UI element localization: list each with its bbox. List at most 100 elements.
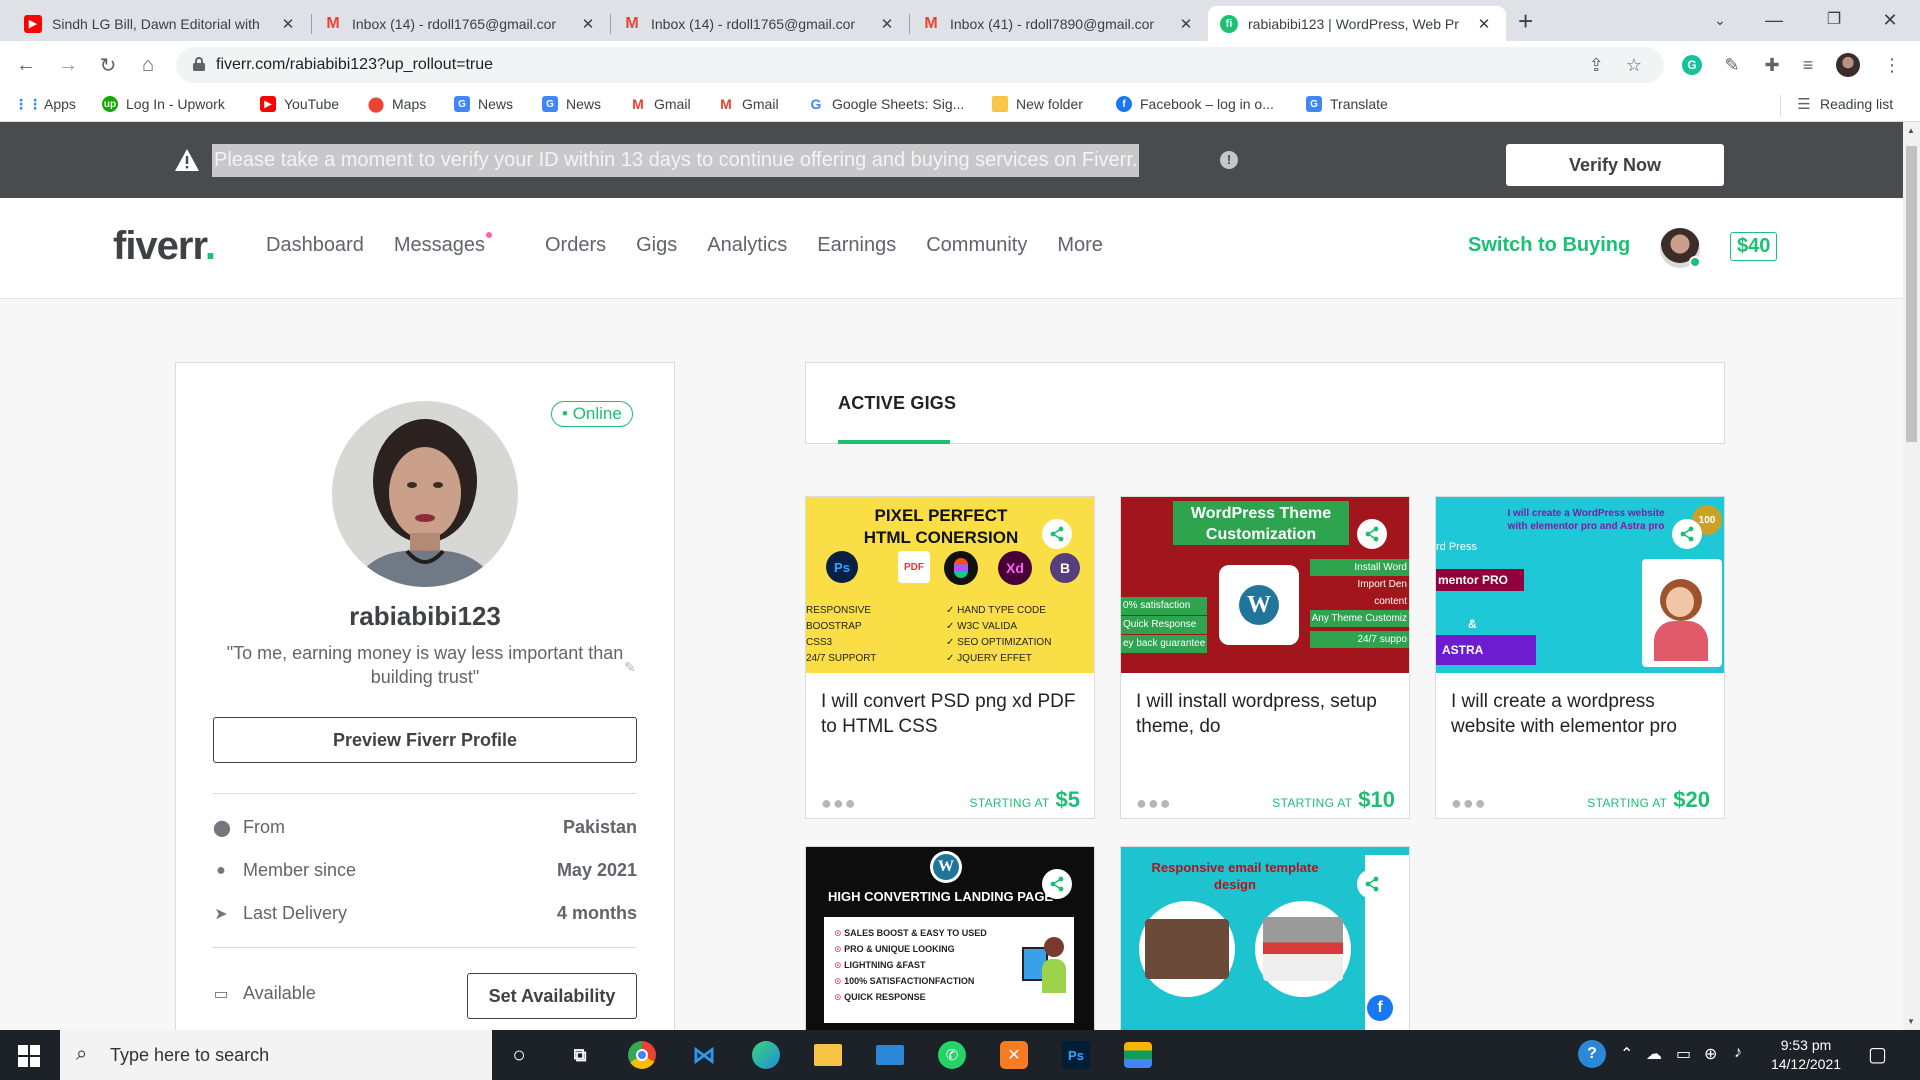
mail-icon[interactable] <box>874 1039 906 1071</box>
windows-start-icon[interactable] <box>18 1045 40 1067</box>
bookmark-translate[interactable]: G Translate <box>1306 96 1388 112</box>
browser-tab-4[interactable]: M Inbox (41) - rdoll7890@gmail.cor ✕ <box>910 6 1208 41</box>
tab-search-chevron-icon[interactable]: ⌄ <box>1690 4 1750 36</box>
close-tab-icon[interactable]: ✕ <box>578 15 598 33</box>
bookmark-star-icon[interactable]: ☆ <box>1626 55 1642 76</box>
address-bar[interactable]: fiverr.com/rabiabibi123?up_rollout=true … <box>176 47 1664 83</box>
share-icon[interactable] <box>1357 519 1387 549</box>
close-tab-icon[interactable]: ✕ <box>1474 15 1494 33</box>
scrollbar-thumb[interactable] <box>1906 146 1917 442</box>
grammarly-extension-icon[interactable]: G <box>1680 53 1704 77</box>
reload-icon[interactable]: ↻ <box>92 49 124 81</box>
new-tab-icon[interactable]: + <box>1518 6 1533 36</box>
gig-thumbnail[interactable]: W HIGH CONVERTING LANDING PAGE ⊙ SALES B… <box>806 847 1094 1031</box>
share-icon[interactable] <box>1042 519 1072 549</box>
network-icon[interactable]: ⊕ <box>1704 1044 1717 1064</box>
edge-icon[interactable] <box>750 1039 782 1071</box>
tab-active-gigs[interactable]: ACTIVE GIGS <box>838 393 956 414</box>
verify-now-button[interactable]: Verify Now <box>1506 144 1724 186</box>
nav-messages[interactable]: Messages <box>394 232 515 257</box>
gig-title[interactable]: I will install wordpress, setup theme, d… <box>1136 689 1396 739</box>
bookmark-upwork[interactable]: up Log In - Upwork <box>102 96 225 112</box>
nav-analytics[interactable]: Analytics <box>707 234 787 257</box>
nav-gigs[interactable]: Gigs <box>636 234 677 257</box>
preview-profile-button[interactable]: Preview Fiverr Profile <box>213 717 637 763</box>
scroll-down-arrow-icon[interactable]: ▼ <box>1907 1017 1915 1026</box>
close-tab-icon[interactable]: ✕ <box>1176 15 1196 33</box>
bookmark-maps[interactable]: ⬤ Maps <box>368 96 427 113</box>
onedrive-icon[interactable]: ☁ <box>1646 1044 1662 1064</box>
whatsapp-icon[interactable]: ✆ <box>936 1039 968 1071</box>
eyedropper-extension-icon[interactable]: ✎ <box>1720 53 1744 77</box>
bookmark-google-sheets[interactable]: G Google Sheets: Sig... <box>808 96 965 112</box>
gig-options-icon[interactable]: ●●● <box>821 793 857 814</box>
taskbar-search[interactable]: ⌕ Type here to search <box>60 1030 492 1080</box>
nav-orders[interactable]: Orders <box>545 234 606 257</box>
battery-icon[interactable]: ▭ <box>1676 1044 1691 1064</box>
system-clock[interactable]: 9:53 pm 14/12/2021 <box>1760 1036 1852 1074</box>
minimize-icon[interactable]: — <box>1744 4 1804 36</box>
browser-tab-2[interactable]: M Inbox (14) - rdoll1765@gmail.cor ✕ <box>312 6 610 41</box>
gig-card[interactable]: Responsive email template design f <box>1120 846 1410 1031</box>
task-view-icon[interactable]: ⧉ <box>564 1039 596 1071</box>
bookmark-news-2[interactable]: G News <box>542 96 601 112</box>
gig-thumbnail[interactable]: Responsive email template design f <box>1121 847 1409 1031</box>
bookmark-gmail-1[interactable]: M Gmail <box>630 96 690 112</box>
extensions-puzzle-icon[interactable]: ✚ <box>1760 53 1784 77</box>
bluestacks-icon[interactable] <box>1122 1039 1154 1071</box>
gig-options-icon[interactable]: ●●● <box>1136 793 1172 814</box>
gig-card[interactable]: W HIGH CONVERTING LANDING PAGE ⊙ SALES B… <box>805 846 1095 1031</box>
set-availability-button[interactable]: Set Availability <box>467 973 637 1019</box>
nav-dashboard[interactable]: Dashboard <box>266 234 364 257</box>
share-icon[interactable] <box>1672 519 1702 549</box>
gig-card[interactable]: I will create a WordPress website with e… <box>1435 496 1725 819</box>
chrome-icon[interactable] <box>626 1039 658 1071</box>
bookmark-apps[interactable]: ⋮⋮ Apps <box>14 96 76 113</box>
gig-card[interactable]: WordPress Theme Customization W 0% satis… <box>1120 496 1410 819</box>
edit-pencil-icon[interactable]: ✎ <box>624 659 636 676</box>
notifications-icon[interactable]: ▢ <box>1868 1042 1887 1067</box>
fiverr-logo[interactable]: fiverr. <box>113 224 216 269</box>
media-control-icon[interactable]: ≡ <box>1796 53 1820 77</box>
browser-menu-icon[interactable]: ⋮ <box>1880 53 1904 77</box>
scroll-up-arrow-icon[interactable]: ▲ <box>1907 126 1915 135</box>
gig-thumbnail[interactable]: PIXEL PERFECT HTML CONERSION Ps PDF Xd B… <box>806 497 1094 673</box>
bookmark-news-1[interactable]: G News <box>454 96 513 112</box>
share-icon[interactable] <box>1042 869 1072 899</box>
cortana-icon[interactable]: ○ <box>503 1039 535 1071</box>
browser-tab-1[interactable]: ▶ Sindh LG Bill, Dawn Editorial with ✕ <box>12 6 310 41</box>
close-tab-icon[interactable]: ✕ <box>278 15 298 33</box>
volume-icon[interactable]: ♪ <box>1734 1044 1742 1062</box>
close-tab-icon[interactable]: ✕ <box>877 15 897 33</box>
info-icon[interactable]: ! <box>1220 151 1238 169</box>
gig-options-icon[interactable]: ●●● <box>1451 793 1487 814</box>
reading-list-button[interactable]: ☰ Reading list <box>1796 96 1893 113</box>
bookmark-facebook[interactable]: f Facebook – log in o... <box>1116 96 1274 112</box>
bookmark-new-folder[interactable]: New folder <box>992 96 1083 112</box>
nav-community[interactable]: Community <box>926 234 1027 257</box>
user-avatar[interactable] <box>1660 228 1701 268</box>
gig-thumbnail[interactable]: WordPress Theme Customization W 0% satis… <box>1121 497 1409 673</box>
gig-title[interactable]: I will create a wordpress website with e… <box>1451 689 1711 739</box>
restore-icon[interactable]: ❐ <box>1804 4 1864 36</box>
balance-badge[interactable]: $40 <box>1730 232 1778 261</box>
gig-thumbnail[interactable]: I will create a WordPress website with e… <box>1436 497 1724 673</box>
gig-title[interactable]: I will convert PSD png xd PDF to HTML CS… <box>821 689 1081 739</box>
browser-tab-3[interactable]: M Inbox (14) - rdoll1765@gmail.cor ✕ <box>611 6 909 41</box>
show-hidden-icons-icon[interactable]: ⌃ <box>1620 1044 1633 1064</box>
close-window-icon[interactable]: ✕ <box>1860 4 1920 36</box>
help-icon[interactable]: ? <box>1578 1040 1606 1068</box>
share-page-icon[interactable]: ⇪ <box>1589 55 1604 76</box>
xampp-icon[interactable]: ✕ <box>998 1039 1030 1071</box>
home-icon[interactable]: ⌂ <box>132 49 164 81</box>
profile-photo[interactable] <box>332 401 518 587</box>
bookmark-youtube[interactable]: ▶ YouTube <box>260 96 339 112</box>
photoshop-icon[interactable]: Ps <box>1060 1039 1092 1071</box>
file-explorer-icon[interactable] <box>812 1039 844 1071</box>
back-icon[interactable]: ← <box>10 49 42 81</box>
page-scrollbar[interactable]: ▲ ▼ <box>1903 122 1920 1030</box>
gig-card[interactable]: PIXEL PERFECT HTML CONERSION Ps PDF Xd B… <box>805 496 1095 819</box>
profile-avatar-icon[interactable] <box>1836 53 1860 77</box>
share-icon[interactable] <box>1357 869 1387 899</box>
browser-tab-active[interactable]: fi rabiabibi123 | WordPress, Web Pr ✕ <box>1208 6 1506 41</box>
